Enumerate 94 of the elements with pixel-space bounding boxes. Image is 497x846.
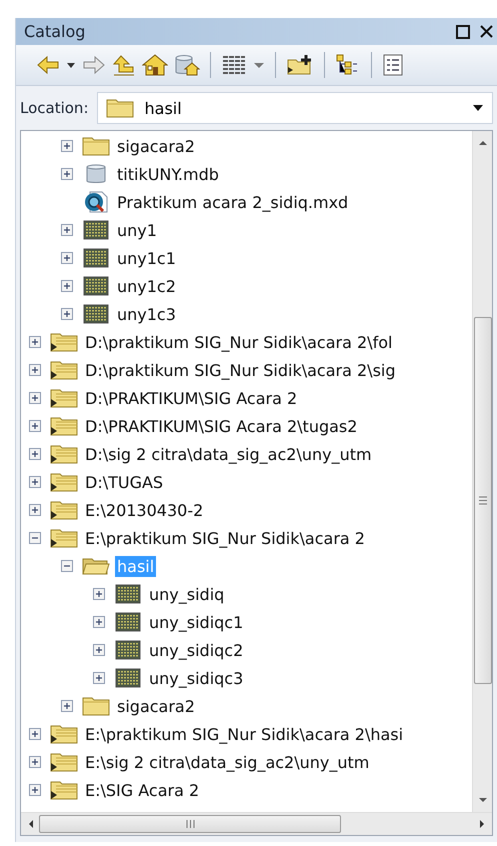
- scrollbar-thumb[interactable]: [39, 815, 341, 833]
- expand-icon[interactable]: [29, 336, 41, 348]
- expand-icon[interactable]: [29, 728, 41, 740]
- grip-icon: [186, 819, 194, 829]
- scrollbar-thumb[interactable]: [474, 317, 492, 684]
- scroll-right-icon[interactable]: [478, 819, 486, 829]
- scroll-up-icon[interactable]: [478, 139, 488, 147]
- expand-icon[interactable]: [29, 364, 41, 376]
- raster-icon: [82, 276, 110, 296]
- scroll-down-icon[interactable]: [478, 796, 488, 804]
- expand-icon[interactable]: [93, 644, 105, 656]
- expand-icon[interactable]: [29, 448, 41, 460]
- expand-icon[interactable]: [93, 616, 105, 628]
- folder-connection-icon: [50, 472, 78, 492]
- forward-arrow-icon[interactable]: [82, 55, 106, 75]
- tree-item[interactable]: D:\sig 2 citra\data_sig_ac2\uny_utm: [83, 444, 374, 464]
- folder-connection-icon: [50, 500, 78, 520]
- raster-icon: [114, 584, 142, 604]
- folder-connection-icon: [50, 724, 78, 744]
- scroll-left-icon[interactable]: [27, 819, 35, 829]
- close-icon[interactable]: [480, 25, 493, 38]
- tree-item[interactable]: sigacara2: [115, 136, 197, 156]
- expand-icon[interactable]: [29, 784, 41, 796]
- expand-icon[interactable]: [29, 420, 41, 432]
- location-field[interactable]: hasil: [96, 92, 493, 124]
- folder-icon: [82, 696, 110, 716]
- location-label: Location:: [20, 99, 88, 117]
- tree-item[interactable]: D:\PRAKTIKUM\SIG Acara 2: [83, 388, 300, 408]
- tree-item[interactable]: uny_sidiqc2: [147, 640, 246, 660]
- tree-item[interactable]: E:\SIG Acara 2: [83, 780, 202, 800]
- tree-item[interactable]: sigacara2: [115, 696, 197, 716]
- expand-icon[interactable]: [93, 588, 105, 600]
- raster-icon: [82, 248, 110, 268]
- open-folder-icon: [82, 556, 110, 576]
- tree-item[interactable]: D:\praktikum SIG_Nur Sidik\acara 2\fol: [83, 332, 394, 352]
- tree-item[interactable]: uny_sidiqc1: [147, 612, 246, 632]
- grip-icon: [478, 496, 488, 505]
- raster-icon: [114, 612, 142, 632]
- home-icon[interactable]: [142, 54, 168, 76]
- tree-item[interactable]: E:\20130430-2: [83, 500, 206, 520]
- tree-item[interactable]: titikUNY.mdb: [115, 164, 221, 184]
- raster-icon: [82, 304, 110, 324]
- connect-folder-icon[interactable]: [286, 54, 314, 76]
- expand-icon[interactable]: [61, 140, 73, 152]
- options-list-icon[interactable]: [382, 54, 404, 76]
- raster-icon: [82, 220, 110, 240]
- folder-connection-icon: [50, 388, 78, 408]
- expand-icon[interactable]: [61, 700, 73, 712]
- horizontal-scrollbar[interactable]: [21, 812, 492, 835]
- expand-icon[interactable]: [61, 252, 73, 264]
- tree-item[interactable]: E:\praktikum SIG_Nur Sidik\acara 2\hasi: [83, 724, 406, 744]
- collapse-icon[interactable]: [29, 532, 41, 544]
- folder-connection-icon: [50, 444, 78, 464]
- maximize-icon[interactable]: [456, 24, 470, 38]
- folder-icon: [106, 98, 134, 118]
- folder-connection-icon: [50, 752, 78, 772]
- expand-icon[interactable]: [29, 392, 41, 404]
- expand-icon[interactable]: [61, 280, 73, 292]
- up-arrow-icon[interactable]: [112, 54, 136, 76]
- tree-item[interactable]: D:\PRAKTIKUM\SIG Acara 2\tugas2: [83, 416, 360, 436]
- expand-icon[interactable]: [29, 476, 41, 488]
- folder-icon: [82, 136, 110, 156]
- tree-item[interactable]: uny1: [115, 220, 159, 240]
- tree-item[interactable]: E:\praktikum SIG_Nur Sidik\acara 2: [83, 528, 367, 548]
- folder-connection-icon: [50, 360, 78, 380]
- tree-item[interactable]: uny1c2: [115, 276, 178, 296]
- folder-connection-icon: [50, 528, 78, 548]
- list-view-icon[interactable]: [221, 54, 247, 76]
- database-home-icon[interactable]: [174, 54, 200, 76]
- tree-item[interactable]: uny_sidiq: [147, 584, 226, 604]
- folder-connection-icon: [50, 332, 78, 352]
- tree-item[interactable]: uny_sidiqc3: [147, 668, 246, 688]
- expand-icon[interactable]: [29, 756, 41, 768]
- back-arrow-icon[interactable]: [36, 55, 60, 75]
- map-document-icon: [82, 191, 110, 213]
- tree-item[interactable]: uny1c1: [115, 248, 178, 268]
- window-title: Catalog: [24, 22, 86, 41]
- tree-item[interactable]: Praktikum acara 2_sidiq.mxd: [115, 192, 350, 212]
- tree-item[interactable]: uny1c3: [115, 304, 178, 324]
- expand-icon[interactable]: [29, 504, 41, 516]
- folder-connection-icon: [50, 780, 78, 800]
- raster-icon: [114, 668, 142, 688]
- expand-icon[interactable]: [93, 672, 105, 684]
- dropdown-icon[interactable]: [472, 104, 484, 112]
- raster-icon: [114, 640, 142, 660]
- vertical-scrollbar[interactable]: [472, 131, 492, 812]
- expand-icon[interactable]: [61, 224, 73, 236]
- expand-icon[interactable]: [61, 168, 73, 180]
- tree-item[interactable]: D:\praktikum SIG_Nur Sidik\acara 2\sig: [83, 360, 398, 380]
- tree-item[interactable]: E:\sig 2 citra\data_sig_ac2\uny_utm: [83, 752, 372, 772]
- tree-item[interactable]: D:\TUGAS: [83, 472, 166, 492]
- collapse-icon[interactable]: [61, 560, 73, 572]
- folder-connection-icon: [50, 416, 78, 436]
- expand-icon[interactable]: [61, 308, 73, 320]
